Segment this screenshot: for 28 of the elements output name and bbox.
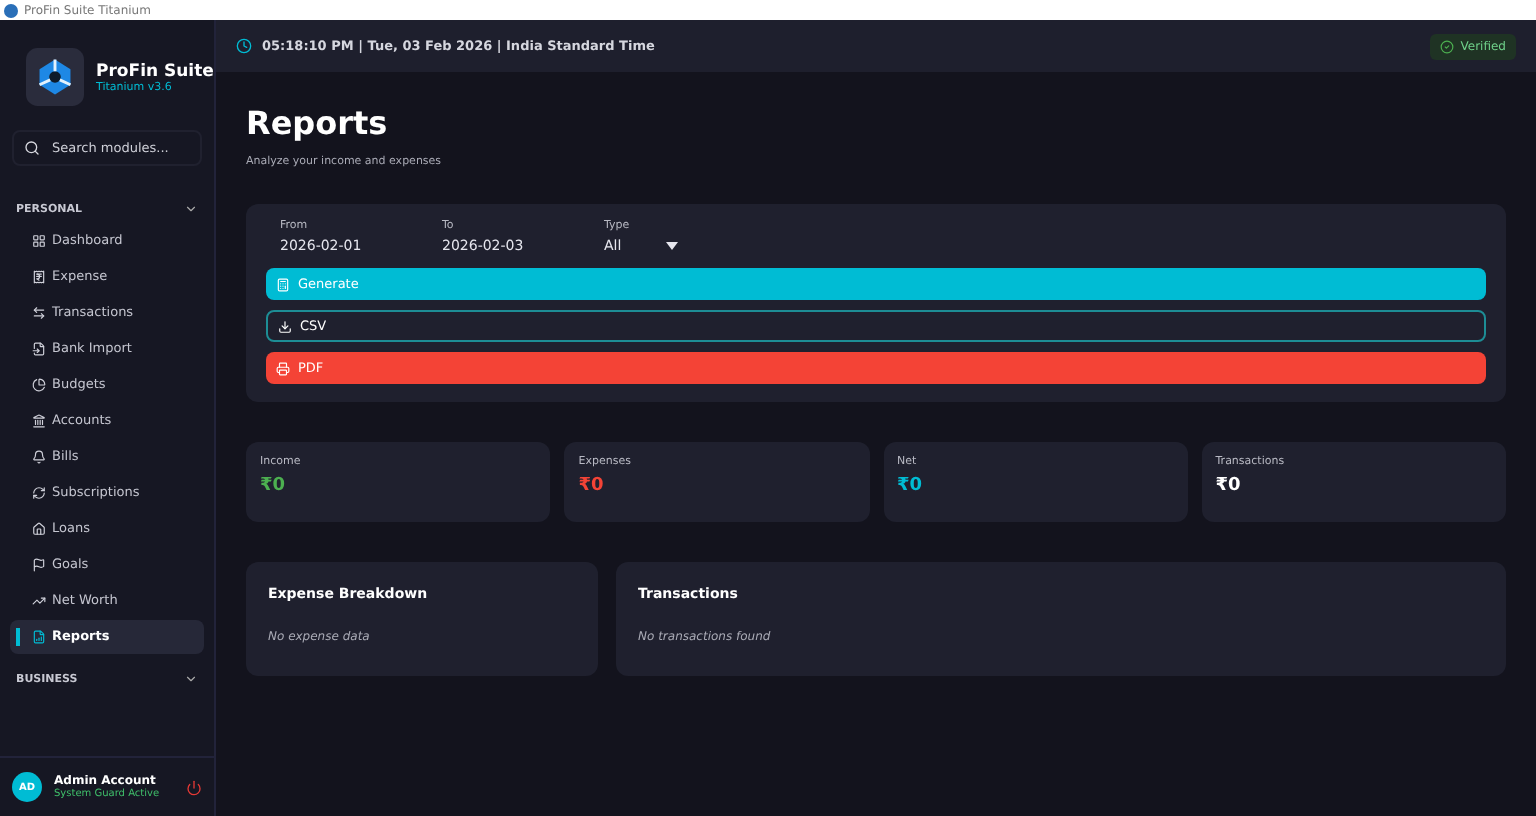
refresh-icon <box>32 485 46 500</box>
flag-icon <box>32 557 46 572</box>
pie-chart-icon <box>32 377 46 392</box>
calculator-icon <box>276 277 290 291</box>
arrows-icon <box>32 305 46 320</box>
page-title: Reports <box>246 104 390 142</box>
house-icon <box>32 521 46 536</box>
file-icon <box>32 341 46 356</box>
app-icon <box>4 3 18 17</box>
trend-icon <box>32 593 46 608</box>
power-icon[interactable] <box>186 779 202 795</box>
stat-value: ₹0 <box>578 476 606 496</box>
search-icon <box>24 140 40 156</box>
bank-icon <box>32 413 46 428</box>
download-icon <box>278 319 292 333</box>
stat-value: ₹0 <box>897 476 925 496</box>
logo-icon <box>26 48 84 106</box>
grid-icon <box>32 233 46 248</box>
stat-value: ₹0 <box>1215 476 1243 496</box>
bell-icon <box>32 449 46 464</box>
clock-icon <box>236 38 252 54</box>
receipt-icon <box>32 269 46 284</box>
printer-icon <box>276 361 290 375</box>
stat-value: ₹0 <box>260 476 288 496</box>
report-icon <box>32 629 46 644</box>
caret-icon <box>665 242 678 250</box>
brand-name: ProFin Suite <box>96 61 214 81</box>
check-icon <box>1440 39 1455 53</box>
